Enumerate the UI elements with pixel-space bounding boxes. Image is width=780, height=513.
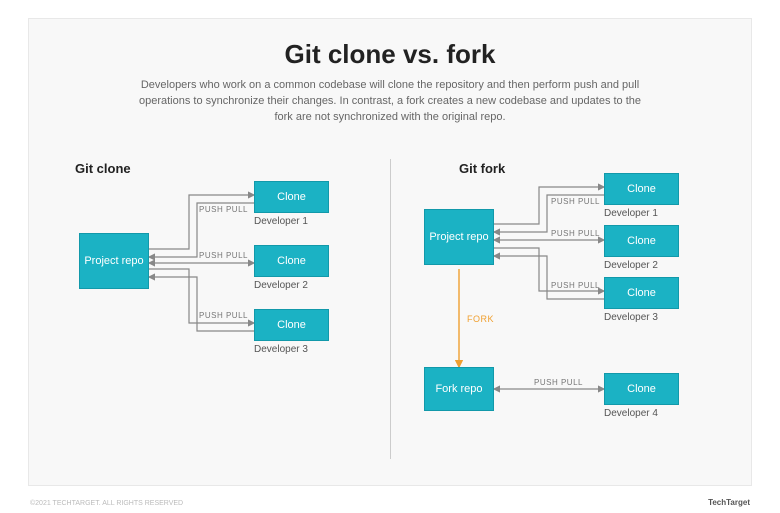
right-project-repo-text: Project repo <box>429 231 488 243</box>
left-clone-box-3: Clone <box>254 309 329 341</box>
left-clone-text-2: Clone <box>277 255 306 267</box>
footer-brand-text: TechTarget <box>708 498 750 507</box>
right-section-label: Git fork <box>459 161 505 176</box>
right-clone-text-4: Clone <box>627 383 656 395</box>
left-clone-caption-3: Developer 3 <box>254 344 308 355</box>
diagram-canvas: Git clone vs. fork Developers who work o… <box>28 18 752 486</box>
diagram-title: Git clone vs. fork <box>29 39 751 70</box>
left-clone-caption-1: Developer 1 <box>254 216 308 227</box>
fork-edge-label: FORK <box>467 314 494 324</box>
right-project-repo-box: Project repo <box>424 209 494 265</box>
right-edge-label-1: PUSH PULL <box>551 197 600 206</box>
left-clone-box-2: Clone <box>254 245 329 277</box>
left-clone-caption-2: Developer 2 <box>254 280 308 291</box>
diagram-subtitle: Developers who work on a common codebase… <box>130 78 650 126</box>
left-clone-text-3: Clone <box>277 319 306 331</box>
center-divider <box>390 159 391 459</box>
footer-brand: TechTarget <box>708 498 750 507</box>
left-edge-label-2: PUSH PULL <box>199 251 248 260</box>
right-clone-caption-4: Developer 4 <box>604 408 658 419</box>
right-clone-box-3: Clone <box>604 277 679 309</box>
right-clone-caption-3: Developer 3 <box>604 312 658 323</box>
right-clone-box-2: Clone <box>604 225 679 257</box>
right-clone-text-2: Clone <box>627 235 656 247</box>
right-fork-repo-text: Fork repo <box>435 383 482 395</box>
right-clone-caption-2: Developer 2 <box>604 260 658 271</box>
right-edge-label-2: PUSH PULL <box>551 229 600 238</box>
left-project-repo-text: Project repo <box>84 255 143 267</box>
left-edge-label-1: PUSH PULL <box>199 205 248 214</box>
left-section-label: Git clone <box>75 161 131 176</box>
left-project-repo-box: Project repo <box>79 233 149 289</box>
right-clone-text-3: Clone <box>627 287 656 299</box>
footer-copyright: ©2021 TECHTARGET. ALL RIGHTS RESERVED <box>30 500 183 507</box>
right-clone-caption-1: Developer 1 <box>604 208 658 219</box>
right-clone-text-1: Clone <box>627 183 656 195</box>
right-edge-label-3: PUSH PULL <box>551 281 600 290</box>
left-clone-text-1: Clone <box>277 191 306 203</box>
right-clone-box-1: Clone <box>604 173 679 205</box>
right-edge-label-4: PUSH PULL <box>534 378 583 387</box>
right-fork-repo-box: Fork repo <box>424 367 494 411</box>
right-clone-box-4: Clone <box>604 373 679 405</box>
left-clone-box-1: Clone <box>254 181 329 213</box>
left-edge-label-3: PUSH PULL <box>199 311 248 320</box>
